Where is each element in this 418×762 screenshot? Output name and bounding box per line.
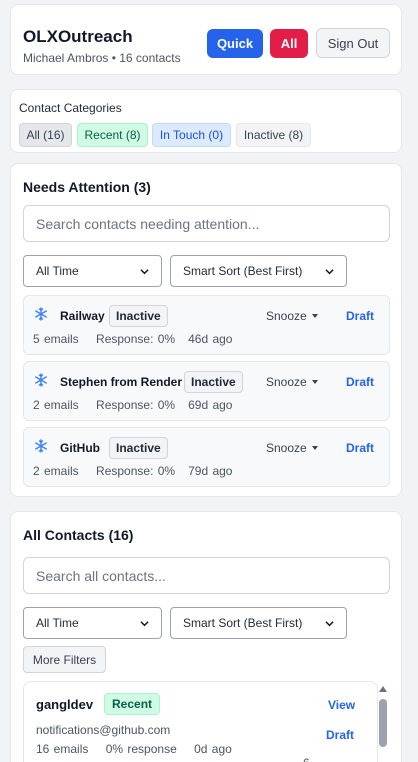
contact-card: gangldev Recent notifications@github.com… <box>23 681 378 762</box>
caret-down-icon <box>311 446 318 450</box>
email-count: 5 emails <box>33 332 79 346</box>
sign-out-button[interactable]: Sign Out <box>316 28 390 58</box>
attention-row: GitHub Inactive 2 emails Response: 0% 79… <box>23 427 390 487</box>
needs-attention-title: Needs Attention (3) <box>23 179 151 195</box>
snowflake-icon <box>35 373 47 387</box>
attention-search-input[interactable]: Search contacts needing attention... <box>23 205 390 242</box>
scroll-up-arrow-icon[interactable] <box>378 684 388 694</box>
contact-name: gangldev <box>36 697 94 712</box>
draft-link[interactable]: Draft <box>346 309 374 323</box>
snowflake-icon <box>35 307 47 321</box>
category-all-chip[interactable]: All (16) <box>19 123 72 147</box>
email-count: 16 emails <box>36 742 89 756</box>
chevron-down-icon <box>140 620 149 626</box>
all-contacts-search-input[interactable]: Search all contacts... <box>23 557 390 594</box>
all-button[interactable]: All <box>270 29 308 58</box>
contact-categories-panel: Contact Categories All (16) Recent (8) I… <box>10 89 402 153</box>
attention-sort-select[interactable]: Smart Sort (Best First) <box>170 255 347 287</box>
all-contacts-section: All Contacts (16) Search all contacts...… <box>10 511 402 762</box>
snooze-dropdown[interactable]: Snooze <box>266 441 318 455</box>
snooze-label: Snooze <box>266 309 307 323</box>
contacts-time-filter-value: All Time <box>36 616 79 630</box>
caret-down-icon <box>311 314 318 318</box>
view-link[interactable]: View <box>328 698 355 712</box>
user-summary: Michael Ambros • 16 contacts <box>23 51 181 65</box>
chevron-down-icon <box>325 620 334 626</box>
attention-contact-name: GitHub <box>60 441 100 455</box>
response-rate: Response: 0% <box>96 464 176 478</box>
app-title: OLXOutreach <box>23 27 133 46</box>
chevron-down-icon <box>325 268 334 274</box>
contact-extra-text: 6 <box>303 756 310 762</box>
contacts-time-filter-select[interactable]: All Time <box>23 607 162 639</box>
caret-down-icon <box>311 380 318 384</box>
draft-link[interactable]: Draft <box>346 375 374 389</box>
attention-sort-value: Smart Sort (Best First) <box>183 264 303 278</box>
app-header: OLXOutreach Michael Ambros • 16 contacts… <box>10 4 402 75</box>
contact-email: notifications@github.com <box>36 723 171 737</box>
response-rate: Response: 0% <box>96 398 176 412</box>
attention-time-filter-value: All Time <box>36 264 79 278</box>
email-count: 2 emails <box>33 464 79 478</box>
attention-row: Stephen from Render Inactive 2 emails Re… <box>23 361 390 421</box>
needs-attention-section: Needs Attention (3) Search contacts need… <box>10 163 402 497</box>
status-badge: Recent <box>104 693 161 715</box>
scrollbar-thumb[interactable] <box>379 699 387 747</box>
response-rate: Response: 0% <box>96 332 176 346</box>
contacts-sort-value: Smart Sort (Best First) <box>183 616 303 630</box>
snooze-label: Snooze <box>266 375 307 389</box>
draft-link[interactable]: Draft <box>346 441 374 455</box>
snowflake-icon <box>35 439 47 453</box>
category-inactive-chip[interactable]: Inactive (8) <box>236 123 311 147</box>
email-count: 2 emails <box>33 398 79 412</box>
attention-row: Railway Inactive 5 emails Response: 0% 4… <box>23 295 390 355</box>
snooze-label: Snooze <box>266 441 307 455</box>
attention-contact-meta: 2 emails Response: 0% 69d ago <box>33 398 232 412</box>
last-contact-age: 0d ago <box>194 742 232 756</box>
status-badge: Inactive <box>109 305 168 327</box>
response-rate: 0% response <box>105 742 177 756</box>
attention-time-filter-select[interactable]: All Time <box>23 255 162 287</box>
attention-contact-name: Railway <box>60 309 105 323</box>
draft-link[interactable]: Draft <box>326 728 354 742</box>
quick-button[interactable]: Quick <box>207 29 263 58</box>
attention-contact-meta: 2 emails Response: 0% 79d ago <box>33 464 232 478</box>
category-recent-chip[interactable]: Recent (8) <box>77 123 148 147</box>
status-badge: Inactive <box>109 437 168 459</box>
snooze-dropdown[interactable]: Snooze <box>266 375 318 389</box>
status-badge: Inactive <box>184 371 243 393</box>
chevron-down-icon <box>140 268 149 274</box>
more-filters-button[interactable]: More Filters <box>23 646 106 673</box>
attention-contact-name: Stephen from Render <box>60 375 183 389</box>
snooze-dropdown[interactable]: Snooze <box>266 309 318 323</box>
all-contacts-title: All Contacts (16) <box>23 527 134 543</box>
last-contact-age: 79d ago <box>188 464 233 478</box>
categories-heading: Contact Categories <box>19 101 122 115</box>
last-contact-age: 69d ago <box>188 398 233 412</box>
contacts-sort-select[interactable]: Smart Sort (Best First) <box>170 607 347 639</box>
category-in-touch-chip[interactable]: In Touch (0) <box>152 123 231 147</box>
attention-contact-meta: 5 emails Response: 0% 46d ago <box>33 332 232 346</box>
contact-meta: 16 emails 0% response 0d ago <box>36 742 232 756</box>
last-contact-age: 46d ago <box>188 332 233 346</box>
